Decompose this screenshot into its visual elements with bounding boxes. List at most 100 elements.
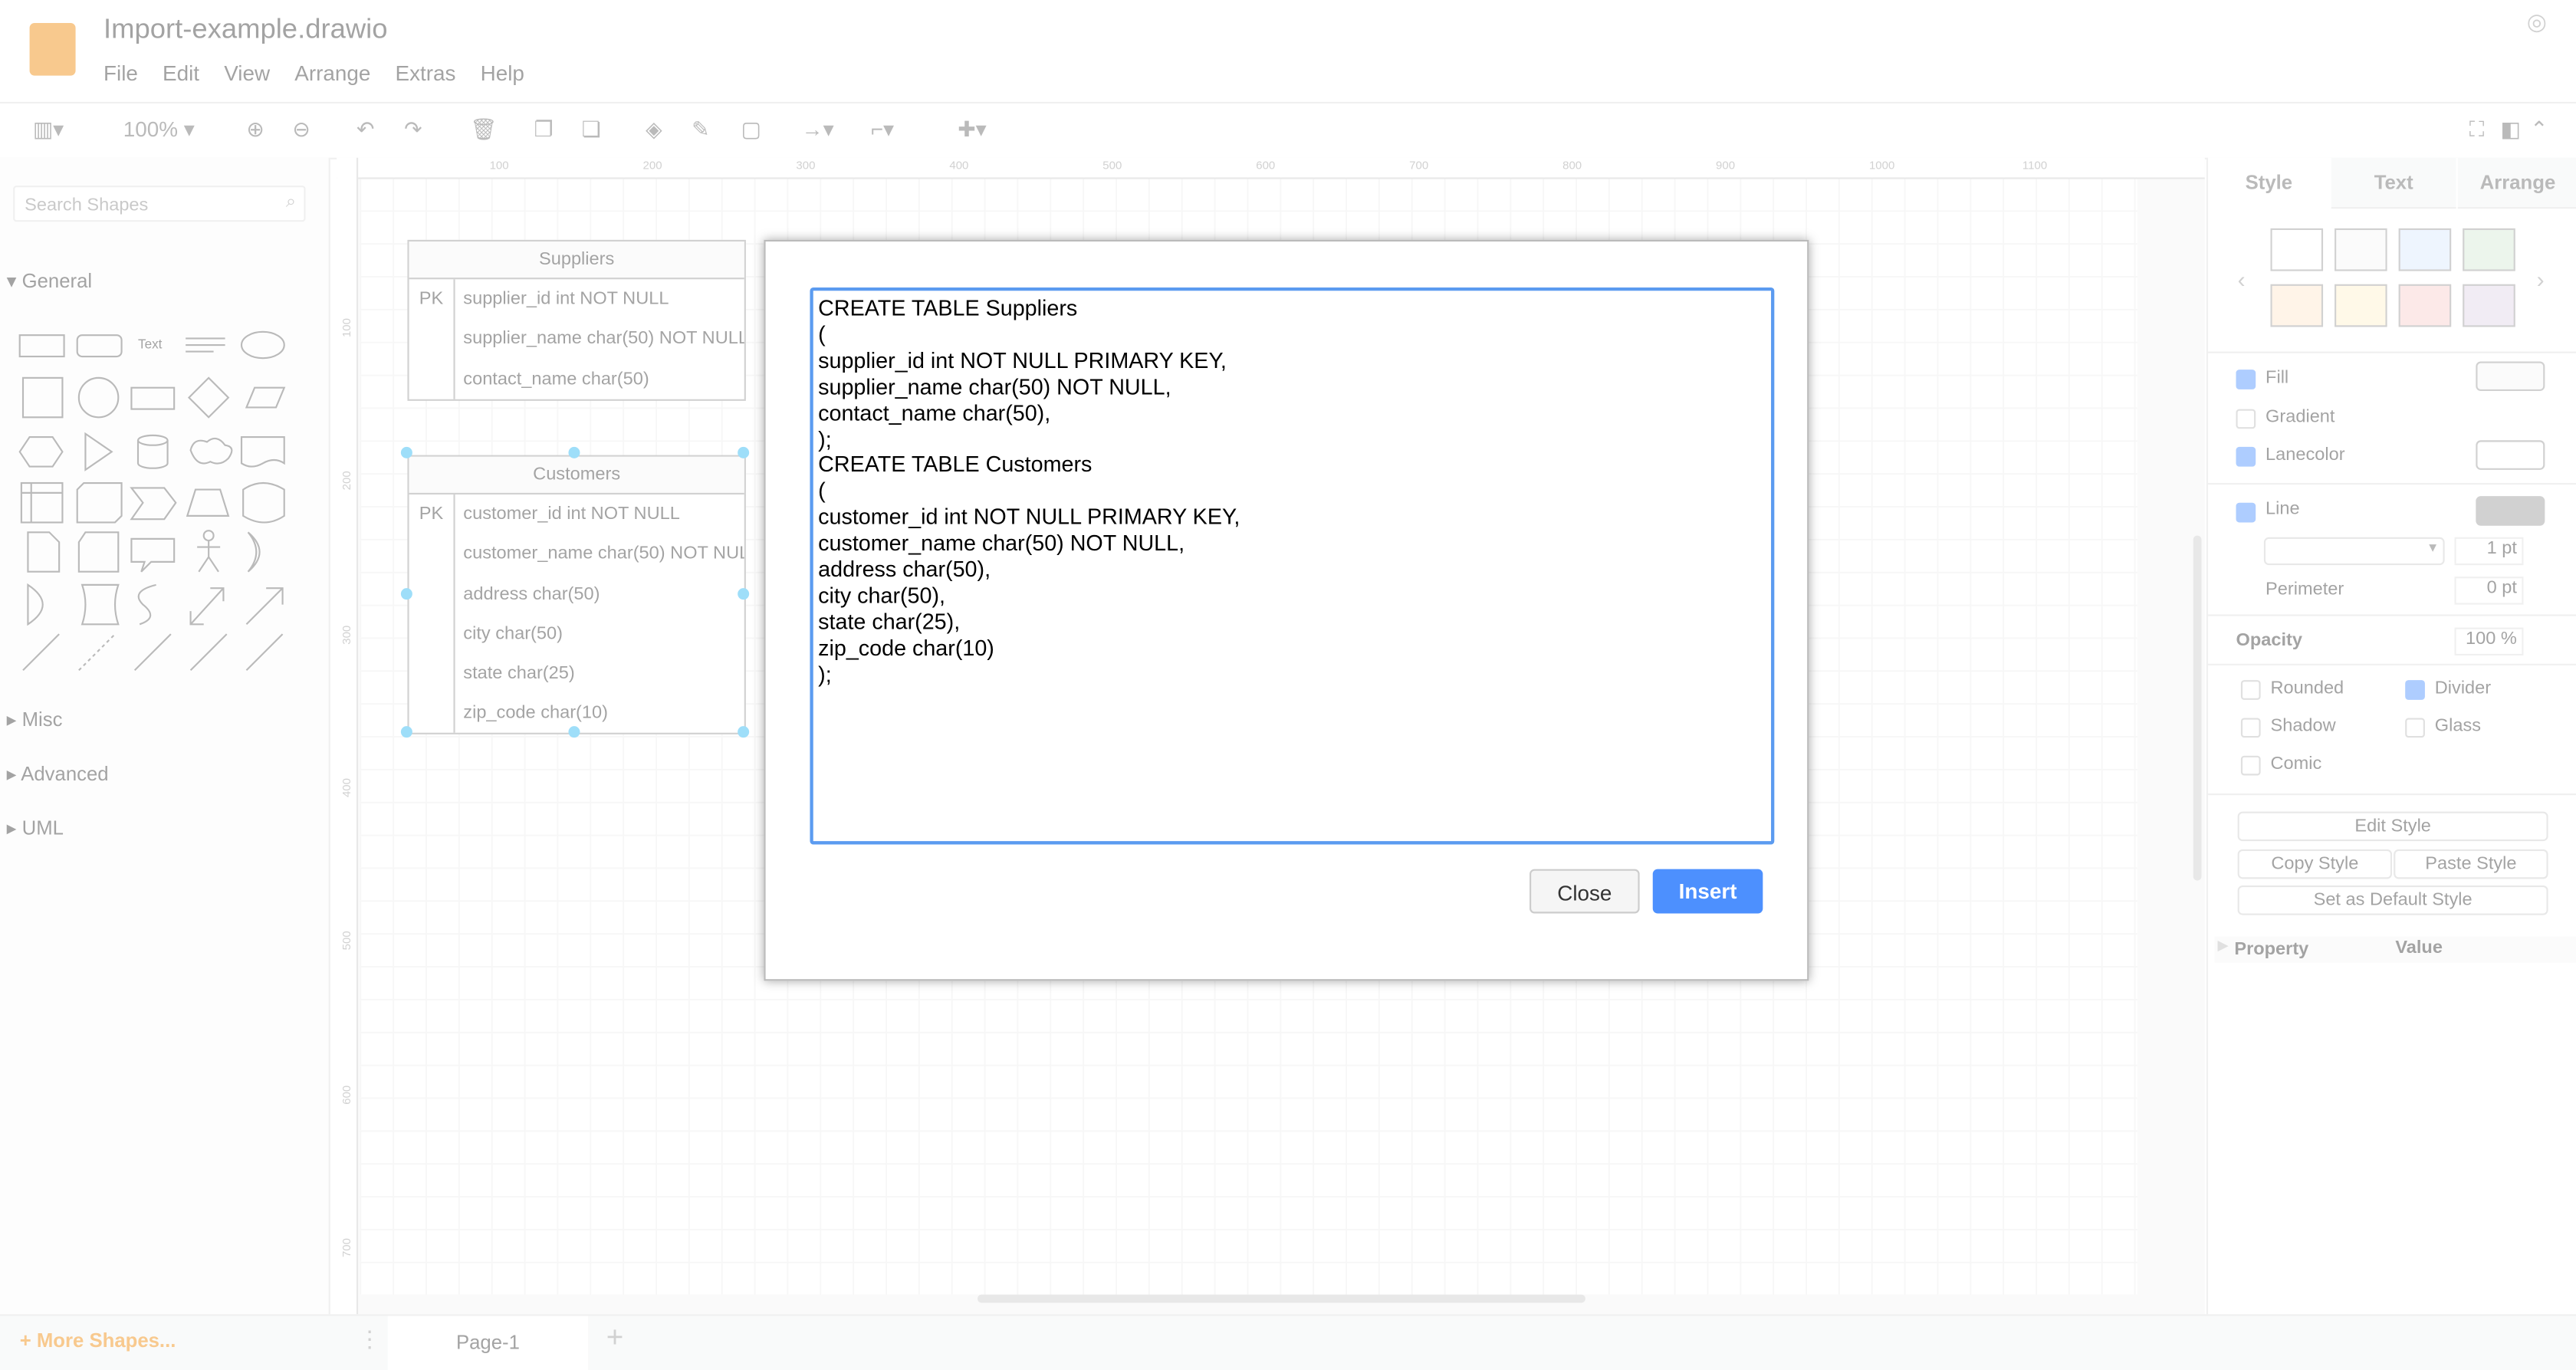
text-shape[interactable]: Text [138, 337, 162, 351]
resize-handle[interactable] [738, 588, 750, 600]
ruler-tick-label: 300 [796, 161, 816, 173]
lanecolor-button[interactable] [2476, 440, 2545, 470]
zoom-select[interactable]: 100% ▾ [123, 117, 195, 143]
resize-handle[interactable] [400, 446, 412, 458]
resize-handle[interactable] [568, 446, 580, 458]
resize-handle[interactable] [738, 726, 750, 738]
menu-file[interactable]: File [104, 61, 138, 85]
edit-style-button[interactable]: Edit Style [2237, 811, 2548, 842]
table-row[interactable]: contact_name char(50) [409, 359, 744, 399]
format-panel-icon[interactable]: ▥▾ [33, 117, 64, 143]
comic-checkbox[interactable] [2240, 755, 2261, 776]
expand-icon[interactable]: ▶ [2218, 938, 2228, 953]
ruler-tick-label: 1100 [2022, 161, 2048, 173]
general-shapes-palette[interactable] [16, 322, 312, 683]
insert-button[interactable]: Insert [1652, 869, 1763, 914]
set-default-style-button[interactable]: Set as Default Style [2237, 885, 2548, 915]
delete-icon[interactable]: 🗑 [470, 117, 497, 143]
fill-color-button[interactable] [2476, 361, 2545, 392]
tab-page-1[interactable]: Page-1 [387, 1316, 589, 1370]
menu-edit[interactable]: Edit [163, 61, 199, 85]
table-row[interactable]: supplier_id int NOT NULL [409, 279, 744, 319]
fill-color-icon[interactable]: ◈ [646, 117, 662, 143]
line-width-input[interactable]: 1 pt [2454, 537, 2524, 566]
divider-checkbox[interactable] [2405, 680, 2425, 700]
sql-textarea[interactable]: CREATE TABLE Suppliers ( supplier_id int… [810, 287, 1775, 845]
line-color-button[interactable] [2476, 496, 2545, 526]
style-swatch[interactable] [2270, 284, 2324, 327]
shadow-icon[interactable]: ▢ [741, 117, 761, 143]
menu-help[interactable]: Help [481, 61, 524, 85]
section-uml[interactable]: ▸ UML [7, 816, 64, 839]
line-pattern-select[interactable]: ▾ [2263, 537, 2445, 566]
tab-style[interactable]: Style [2208, 157, 2330, 208]
toggle-panel-icon[interactable]: ◧ [2500, 117, 2520, 143]
resize-handle[interactable] [568, 726, 580, 738]
more-shapes-button[interactable]: + More Shapes... [20, 1329, 176, 1352]
add-page-icon[interactable]: + [606, 1321, 624, 1355]
suppliers-table[interactable]: Suppliers PK supplier_id int NOT NULL su… [407, 239, 746, 401]
divider [2208, 614, 2576, 616]
menu-extras[interactable]: Extras [396, 61, 456, 85]
close-button[interactable]: Close [1530, 869, 1640, 914]
horizontal-scrollbar[interactable] [978, 1294, 1585, 1303]
table-row[interactable]: customer_name char(50) NOT NULL [409, 534, 744, 574]
language-globe-icon[interactable]: ◎ [2527, 8, 2547, 36]
resize-handle[interactable] [400, 588, 412, 600]
pages-menu-icon[interactable]: ⋮ [358, 1326, 381, 1353]
shadow-checkbox[interactable] [2240, 718, 2261, 738]
menu-view[interactable]: View [224, 61, 270, 85]
to-front-icon[interactable]: ❐ [534, 117, 553, 143]
connection-icon[interactable]: →▾ [802, 117, 834, 143]
waypoints-icon[interactable]: ⌐▾ [871, 117, 894, 143]
table-row[interactable]: customer_id int NOT NULL [409, 494, 744, 534]
to-back-icon[interactable]: ❏ [582, 117, 601, 143]
style-swatch[interactable] [2270, 228, 2324, 271]
rounded-checkbox[interactable] [2240, 680, 2261, 700]
tab-text[interactable]: Text [2331, 157, 2456, 209]
fill-label: Fill [2266, 368, 2289, 388]
gradient-checkbox[interactable] [2236, 409, 2256, 429]
fill-checkbox[interactable] [2236, 370, 2256, 389]
opacity-input[interactable]: 100 % [2454, 627, 2524, 656]
style-swatch[interactable] [2463, 284, 2515, 327]
resize-handle[interactable] [738, 446, 750, 458]
fullscreen-icon[interactable]: ⛶ [2469, 117, 2485, 143]
style-swatch[interactable] [2334, 228, 2387, 271]
paste-style-button[interactable]: Paste Style [2394, 849, 2548, 879]
search-icon[interactable]: ⌕ [286, 192, 296, 214]
section-general[interactable]: ▾ General [7, 269, 93, 292]
zoom-in-icon[interactable]: ⊕ [246, 117, 264, 143]
tab-arrange[interactable]: Arrange [2457, 157, 2576, 209]
customers-table[interactable]: Customers PK customer_id int NOT NULL cu… [407, 455, 746, 734]
line-checkbox[interactable] [2236, 502, 2256, 523]
zoom-out-icon[interactable]: ⊖ [292, 117, 310, 143]
search-shapes-input[interactable]: Search Shapes [13, 186, 306, 222]
section-advanced[interactable]: ▸ Advanced [7, 762, 109, 785]
ruler-tick-label: 100 [342, 317, 354, 338]
lanecolor-checkbox[interactable] [2236, 446, 2256, 467]
style-swatch[interactable] [2398, 284, 2452, 327]
vertical-scrollbar[interactable] [2193, 535, 2202, 881]
table-row[interactable]: address char(50) [409, 574, 744, 614]
resize-handle[interactable] [400, 726, 412, 738]
table-row[interactable]: supplier_name char(50) NOT NULL [409, 319, 744, 359]
undo-icon[interactable]: ↶ [356, 117, 374, 143]
menu-arrange[interactable]: Arrange [294, 61, 370, 85]
insert-icon[interactable]: ✚▾ [958, 117, 986, 143]
document-title[interactable]: Import-example.drawio [104, 13, 388, 46]
perimeter-input[interactable]: 0 pt [2454, 577, 2524, 605]
next-styles-icon[interactable]: › [2537, 266, 2545, 292]
style-swatch[interactable] [2463, 228, 2515, 271]
glass-checkbox[interactable] [2405, 718, 2425, 738]
table-row[interactable]: state char(25) [409, 654, 744, 694]
copy-style-button[interactable]: Copy Style [2237, 849, 2393, 879]
prev-styles-icon[interactable]: ‹ [2238, 266, 2246, 292]
line-color-icon[interactable]: ✎ [692, 117, 709, 143]
collapse-icon[interactable]: ⌃ [2530, 117, 2548, 143]
table-row[interactable]: city char(50) [409, 614, 744, 654]
style-swatch[interactable] [2398, 228, 2452, 271]
redo-icon[interactable]: ↷ [404, 117, 422, 143]
section-misc[interactable]: ▸ Misc [7, 708, 63, 731]
style-swatch[interactable] [2334, 284, 2387, 327]
